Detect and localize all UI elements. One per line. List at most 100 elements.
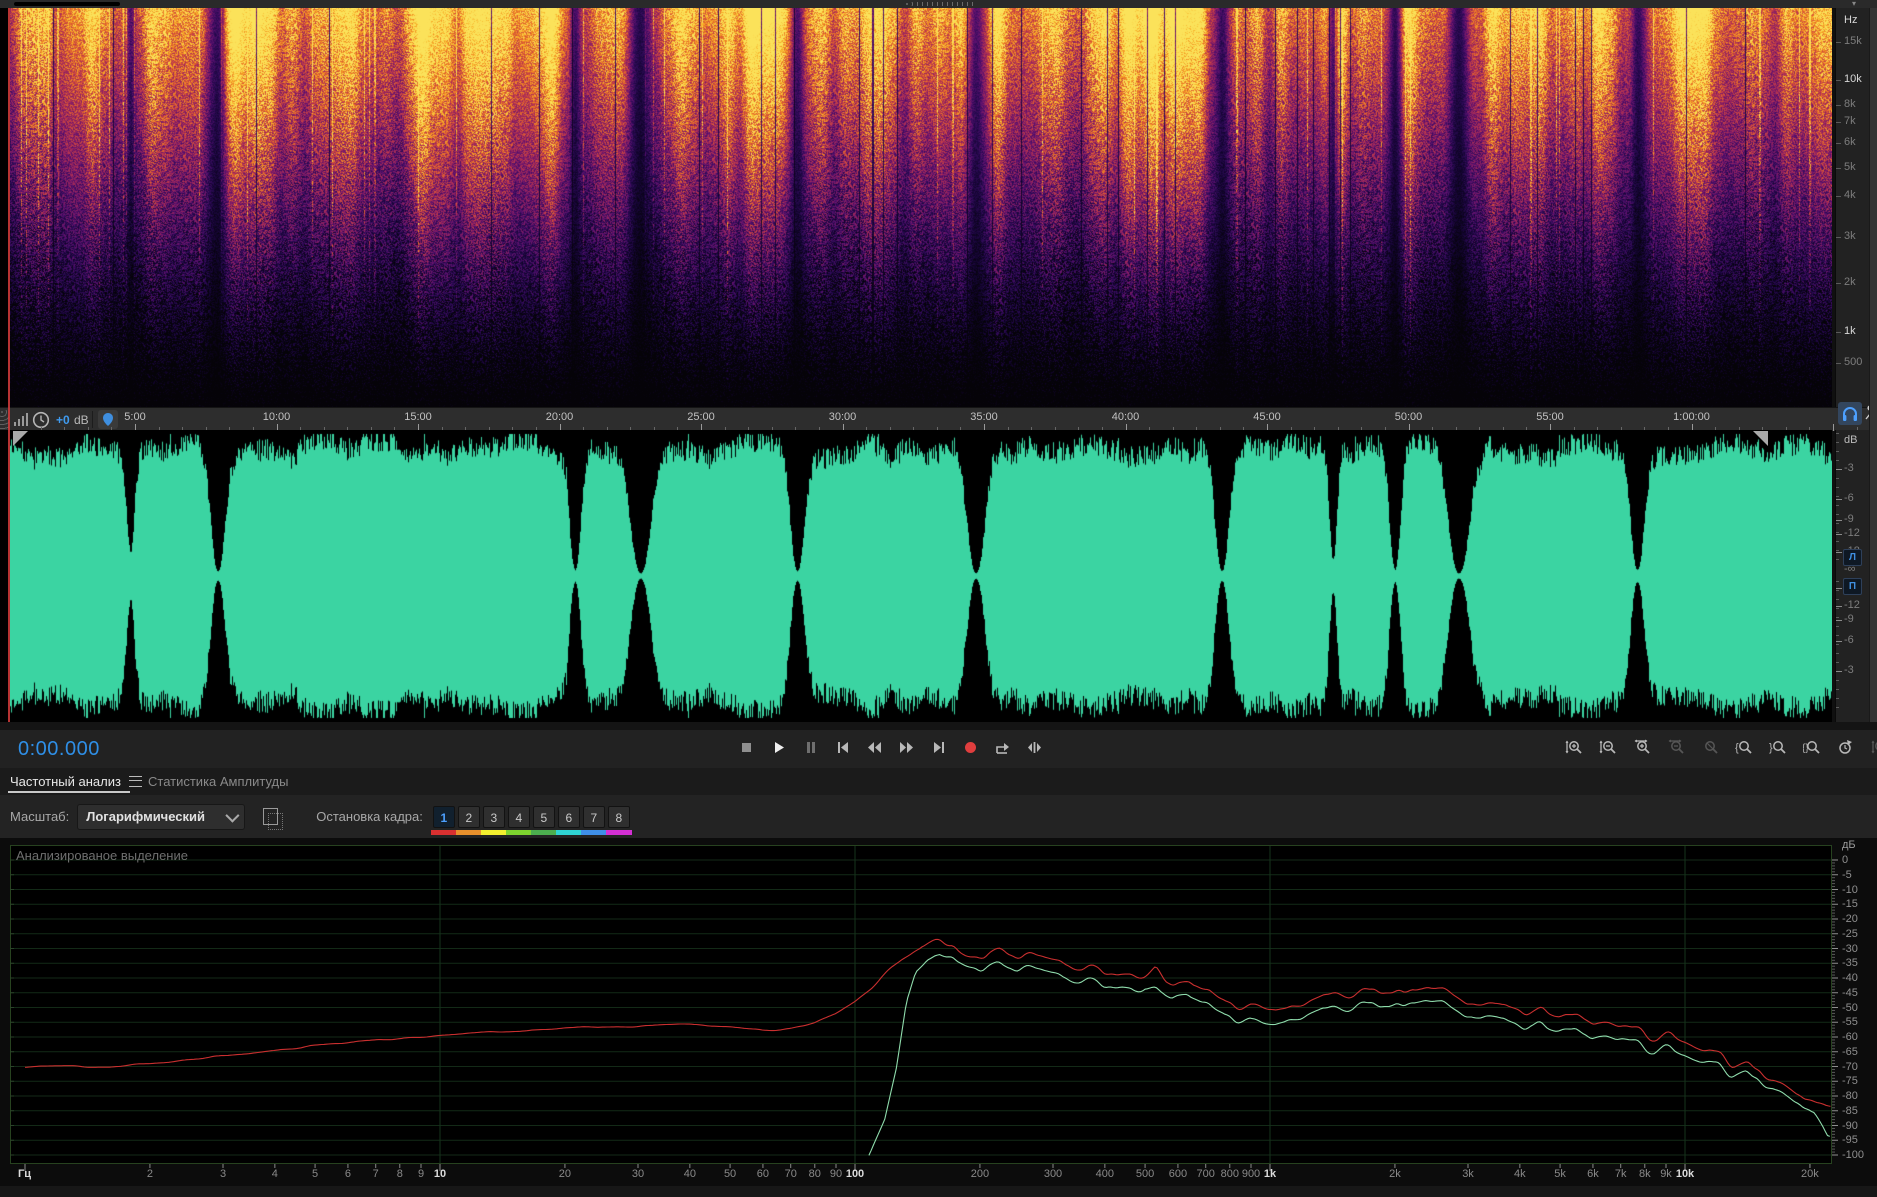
fade-in-handle[interactable] (13, 431, 28, 446)
zoom-selection-button[interactable]: {} (1798, 734, 1825, 761)
gain-value[interactable]: +0 (56, 413, 70, 427)
hold-frame-6: 6 (555, 805, 582, 835)
hold-frame-button-2[interactable]: 2 (457, 805, 480, 828)
zoom-time-button[interactable] (1832, 734, 1859, 761)
record-button[interactable] (957, 734, 984, 761)
stop-button[interactable] (733, 734, 760, 761)
hz-tick-label: 10k (1844, 73, 1862, 85)
hz-tick-label: 1k (1844, 325, 1856, 337)
db-tick-label: -6 (1844, 634, 1854, 647)
db-tick (1836, 460, 1839, 462)
freq-axis-label: 7k (1614, 1168, 1627, 1180)
hold-frame-color (530, 829, 557, 835)
frequency-plot-region: Анализированое выделение дБ 0 -5 -10 -15 -20… (0, 838, 1877, 1197)
panel-menu-icon[interactable] (128, 775, 142, 787)
frequency-ruler[interactable]: Hz 15k 10k 8k 7k 6k 5k 4k 3k 2k 1k 500 (1835, 8, 1870, 407)
db-axis-label: -70 (1842, 1060, 1858, 1073)
timeline-ruler[interactable]: +0 dB 5:00 10:00 15:00 20:00 25:00 30:00 35:00… (0, 407, 1869, 432)
freq-axis-label: 2k (1389, 1168, 1401, 1180)
hold-frame-button-3[interactable]: 3 (482, 805, 505, 828)
copy-frames-icon[interactable] (263, 808, 284, 830)
hz-tick (1836, 283, 1841, 284)
hz-tick (1836, 80, 1841, 81)
scale-dropdown[interactable]: Логарифмический (77, 803, 246, 830)
db-tick-major (1836, 587, 1842, 589)
hold-frame-button-7[interactable]: 7 (582, 805, 605, 828)
separator (0, 722, 1877, 730)
db-tick-label: -12 (1844, 598, 1860, 611)
hold-frame-button-4[interactable]: 4 (507, 805, 530, 828)
panel-grip[interactable] (905, 2, 975, 6)
hold-frame-3: 3 (480, 805, 507, 835)
hold-frame-button-5[interactable]: 5 (532, 805, 555, 828)
skip-selection-button[interactable] (1021, 734, 1048, 761)
db-tick (1836, 504, 1839, 506)
db-tick (1836, 433, 1839, 435)
freq-axis-label: Гц (18, 1168, 31, 1180)
levels-icon[interactable] (13, 412, 29, 427)
rewind-button[interactable] (861, 734, 888, 761)
db-tick (1836, 442, 1839, 444)
zoom-out-vertical-button[interactable] (1594, 734, 1621, 761)
hold-frame-button-6[interactable]: 6 (557, 805, 580, 828)
zoom-in-vertical-button[interactable] (1560, 734, 1587, 761)
play-button[interactable] (765, 734, 792, 761)
time-display[interactable]: 0:00.000 (18, 738, 100, 761)
zoom-in-point-button[interactable]: { (1730, 734, 1757, 761)
stop-icon (742, 743, 751, 752)
timeline-label: 25:00 (687, 411, 715, 423)
plot-title: Анализированое выделение (16, 848, 188, 863)
spectrogram[interactable] (10, 8, 1832, 407)
fade-out-handle[interactable] (1753, 431, 1768, 446)
channel-badge-left[interactable]: Л (1843, 549, 1862, 566)
hz-tick-label: 4k (1844, 189, 1856, 201)
zoom-full-button[interactable] (1866, 734, 1877, 761)
hz-tick-label: 3k (1844, 230, 1856, 242)
freq-axis-label: 6k (1587, 1168, 1599, 1180)
snap-toggle[interactable] (98, 410, 118, 429)
db-tick (1836, 599, 1839, 601)
zoom-in-horizontal-button[interactable] (1628, 734, 1655, 761)
playhead[interactable] (8, 8, 10, 722)
hold-frame-button-1[interactable]: 1 (432, 805, 455, 828)
zoom-in-vertical-icon (1565, 740, 1582, 754)
freq-axis-label: 8 (396, 1168, 403, 1180)
timeline-label: 1:00:00 (1673, 411, 1710, 423)
freq-axis-label: 6 (344, 1168, 351, 1180)
db-tick-major (1836, 605, 1842, 607)
db-tick (1836, 706, 1839, 708)
freq-axis-label: 50 (723, 1168, 737, 1180)
zoom-out-horizontal-button[interactable] (1662, 734, 1689, 761)
tab-amplitude-statistics[interactable]: Статистика Амплитуды (148, 768, 288, 794)
ruler-menu-arrow-icon[interactable]: ▾ (1852, 0, 1856, 8)
hold-frame-button-8[interactable]: 8 (607, 805, 630, 828)
skip-back-button[interactable] (829, 734, 856, 761)
pause-button[interactable] (797, 734, 824, 761)
db-tick (1836, 549, 1839, 551)
db-tick-major (1836, 620, 1842, 622)
skip-forward-button[interactable] (925, 734, 952, 761)
monitor-toggle[interactable] (1838, 402, 1862, 425)
hz-tick-label: 15k (1844, 35, 1862, 47)
hz-tick (1836, 363, 1841, 364)
channel-badge-right[interactable]: П (1843, 578, 1862, 595)
zoom-buttons: {} {} (1560, 734, 1877, 761)
zoom-reset-button[interactable] (1696, 734, 1723, 761)
waveform[interactable] (10, 430, 1832, 722)
zoom-time-icon (1839, 740, 1852, 754)
db-tick (1836, 496, 1839, 498)
loop-playback-button[interactable] (989, 734, 1016, 761)
freq-axis-label: 9 (417, 1168, 425, 1180)
amplitude-ruler[interactable]: dB -3-3-6-6-9-9-12-12-18-18-∞ (1835, 430, 1870, 722)
fast-forward-button[interactable] (893, 734, 920, 761)
db-tick (1836, 626, 1839, 628)
horizontal-scrollbar[interactable] (14, 2, 120, 6)
db-tick (1836, 697, 1839, 699)
timeline-label: 40:00 (1111, 411, 1140, 423)
hz-tick-label: 2k (1844, 276, 1856, 288)
db-axis-label: -100 (1842, 1149, 1865, 1161)
timeline-label: 30:00 (828, 411, 857, 423)
zoom-out-point-button[interactable]: } (1764, 734, 1791, 761)
hold-frame-color (605, 829, 632, 835)
db-axis-label: -75 (1842, 1075, 1858, 1088)
